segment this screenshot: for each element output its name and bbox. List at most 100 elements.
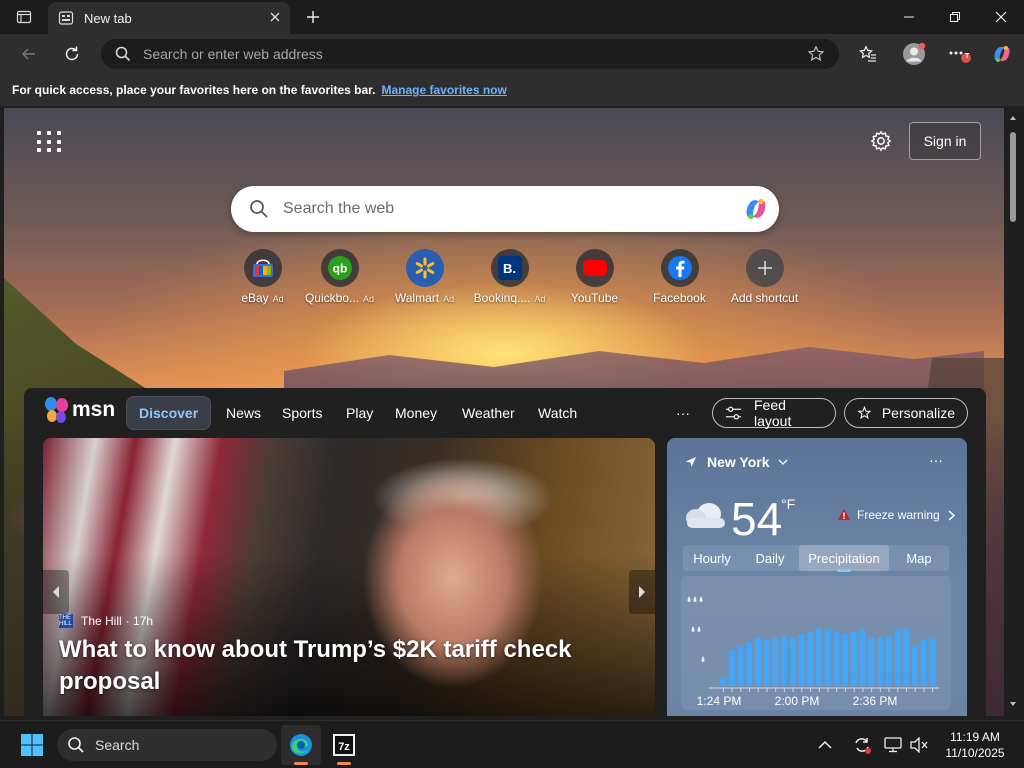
- address-input[interactable]: [143, 46, 783, 62]
- search-icon: [249, 199, 269, 219]
- feed-layout-button[interactable]: Feed layout: [712, 397, 836, 429]
- back-button[interactable]: [14, 39, 44, 69]
- web-search-box[interactable]: [231, 186, 779, 232]
- manage-favorites-link[interactable]: Manage favorites now: [381, 83, 506, 97]
- taskbar-7zip[interactable]: 7z: [324, 725, 364, 765]
- new-tab-page: Sign in eBayAd qb Quickbo...Ad Walma: [4, 108, 1004, 716]
- title-bar: New tab: [0, 0, 1024, 34]
- shortcut-facebook[interactable]: Facebook: [637, 249, 722, 309]
- precipitation-bar: [885, 636, 892, 686]
- network-button[interactable]: [880, 725, 906, 765]
- profile-button[interactable]: [899, 39, 929, 69]
- shortcut-label: eBay: [241, 291, 269, 305]
- sync-tray-button[interactable]: [847, 725, 877, 765]
- minimize-button[interactable]: [886, 0, 932, 34]
- precipitation-bar: [911, 646, 918, 686]
- back-arrow-icon: [22, 48, 35, 60]
- precipitation-bar: [842, 633, 849, 686]
- page-scrollbar[interactable]: [1006, 110, 1020, 716]
- tab-new-tab[interactable]: New tab: [48, 2, 290, 34]
- weather-more-button[interactable]: ···: [929, 452, 943, 468]
- add-shortcut-button[interactable]: Add shortcut: [722, 249, 807, 309]
- restore-button[interactable]: [932, 0, 978, 34]
- tab-hourly[interactable]: Hourly: [683, 545, 741, 571]
- sliders-icon: [725, 406, 742, 420]
- volume-button[interactable]: [906, 725, 932, 765]
- toolbar: T: [0, 34, 1024, 74]
- scroll-down-icon[interactable]: [1009, 700, 1017, 708]
- favorites-bar: For quick access, place your favorites h…: [0, 74, 1024, 106]
- drops-light-icon: [701, 656, 705, 662]
- booking-icon: B.: [490, 249, 529, 287]
- taskbar-edge[interactable]: [281, 725, 321, 765]
- web-search-input[interactable]: [283, 200, 723, 218]
- msn-nav: msn Discover News Sports Play Money Weat…: [24, 388, 986, 438]
- precipitation-bar: [798, 634, 805, 686]
- close-window-button[interactable]: [978, 0, 1024, 34]
- weather-card[interactable]: New York ··· 54 °F Freeze warning Hourly…: [667, 438, 967, 716]
- shortcut-walmart[interactable]: Walmart Ad: [382, 249, 467, 309]
- refresh-button[interactable]: [57, 39, 87, 69]
- tab-watch[interactable]: Watch: [526, 396, 589, 430]
- new-tab-button[interactable]: [290, 0, 336, 34]
- copilot-button[interactable]: [987, 39, 1017, 69]
- settings-and-more-button[interactable]: T: [944, 39, 974, 69]
- more-tabs-button[interactable]: ···: [664, 396, 702, 430]
- cloudy-icon: [681, 500, 729, 530]
- favorites-button[interactable]: [853, 39, 883, 69]
- shortcut-booking[interactable]: B. Bookinq.... Ad: [467, 249, 552, 309]
- facebook-icon: [660, 249, 699, 287]
- tab-sports[interactable]: Sports: [270, 396, 334, 430]
- hero-next-button[interactable]: [629, 570, 655, 614]
- tab-actions-button[interactable]: [0, 0, 48, 34]
- shortcut-ebay[interactable]: eBay Ad: [220, 249, 305, 309]
- gear-icon: [870, 130, 892, 152]
- taskbar-search[interactable]: Search: [57, 729, 277, 761]
- chevron-right-icon: [948, 509, 955, 521]
- search-icon: [68, 737, 84, 753]
- personalize-button[interactable]: Personalize: [844, 398, 968, 428]
- address-bar[interactable]: [101, 39, 839, 69]
- tab-discover[interactable]: Discover: [126, 396, 212, 430]
- weather-alert[interactable]: Freeze warning: [837, 508, 955, 522]
- tab-precipitation-label: Precipitation: [808, 550, 880, 566]
- chevron-right-icon: [639, 586, 645, 598]
- restore-icon: [950, 12, 960, 22]
- tab-play[interactable]: Play: [334, 396, 385, 430]
- shortcut-quickbooks[interactable]: qb Quickbo... Ad: [297, 249, 382, 309]
- precipitation-bar: [815, 628, 823, 686]
- hero-story[interactable]: THE HILL The Hill · 17h What to know abo…: [43, 438, 655, 716]
- weather-location[interactable]: New York: [685, 454, 788, 470]
- tab-money[interactable]: Money: [383, 396, 449, 430]
- 7zip-icon: 7z: [333, 734, 355, 756]
- close-tab-icon[interactable]: [268, 10, 282, 24]
- sign-in-button[interactable]: Sign in: [909, 122, 981, 160]
- copilot-icon[interactable]: [741, 194, 771, 224]
- search-icon: [115, 46, 131, 62]
- start-button[interactable]: [12, 725, 52, 765]
- tab-daily[interactable]: Daily: [741, 545, 799, 571]
- alert-text: Freeze warning: [857, 508, 940, 522]
- show-hidden-icons-button[interactable]: [810, 725, 840, 765]
- shortcut-youtube[interactable]: YouTube: [552, 249, 637, 309]
- warning-icon: [838, 509, 850, 520]
- tab-map[interactable]: Map: [889, 545, 949, 571]
- precipitation-bar: [929, 638, 936, 686]
- scroll-thumb[interactable]: [1010, 132, 1016, 222]
- app-launcher-button[interactable]: [34, 128, 62, 156]
- hero-title[interactable]: What to know about Trump’s $2K tariff ch…: [59, 634, 599, 698]
- clock-date: 11/10/2025: [945, 746, 1005, 760]
- precipitation-bar: [737, 646, 744, 686]
- precipitation-bar: [850, 631, 857, 686]
- scroll-up-icon[interactable]: [1009, 114, 1017, 122]
- msn-logo[interactable]: msn: [44, 396, 115, 424]
- precipitation-bar: [728, 650, 735, 686]
- tab-weather[interactable]: Weather: [450, 396, 527, 430]
- precipitation-bar: [894, 630, 901, 686]
- tab-news[interactable]: News: [214, 396, 273, 430]
- tab-precipitation[interactable]: Precipitation: [799, 545, 889, 572]
- page-settings-button[interactable]: [866, 126, 896, 156]
- favorite-star-icon[interactable]: [807, 45, 825, 63]
- hero-prev-button[interactable]: [43, 570, 69, 614]
- system-clock[interactable]: 11:19 AM 11/10/2025: [935, 729, 1015, 761]
